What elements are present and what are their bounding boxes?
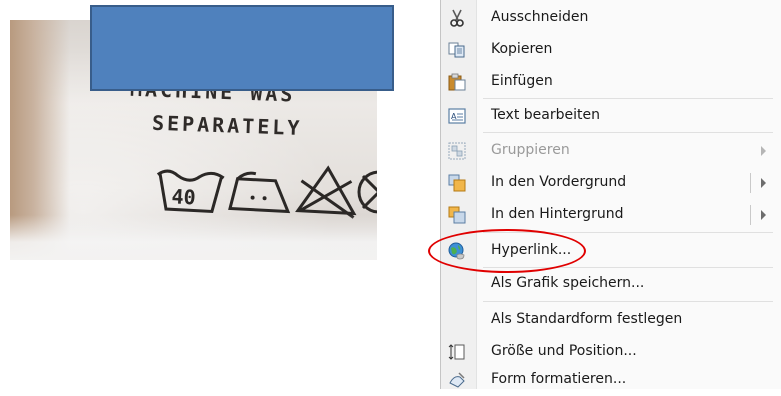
menu-item-label: Gruppieren [491,142,570,158]
submenu-arrow-icon[interactable] [761,210,766,220]
menu-separator [483,301,773,302]
format-shape-icon [449,372,465,388]
menu-item-label: Größe und Position... [491,343,637,359]
submenu-divider [750,205,751,225]
menu-item-paste[interactable]: Einfügen [441,66,781,98]
menu-separator [483,132,773,133]
menu-item-label: In den Vordergrund [491,174,627,190]
bring-to-front-icon [448,174,466,192]
menu-item-copy[interactable]: Kopieren [441,34,781,66]
menu-item-label: Einfügen [491,73,553,89]
menu-item-label: In den Hintergrund [491,206,624,222]
menu-item-bring-to-front[interactable]: In den Vordergrund [441,167,781,199]
size-position-icon [448,344,465,360]
no-bleach-icon [295,165,357,219]
menu-item-cut[interactable]: Ausschneiden [441,2,781,34]
wash-temperature: 40 [171,184,196,209]
copy-icon [448,42,465,58]
menu-item-label: Kopieren [491,41,553,57]
scissors-icon [450,9,464,27]
menu-separator [483,98,773,99]
blue-rectangle-shape[interactable] [90,5,394,91]
highlight-oval [428,229,586,273]
submenu-arrow-icon[interactable] [761,178,766,188]
menu-item-format-shape[interactable]: Form formatieren... [441,364,781,396]
menu-item-edit-text[interactable]: A Text bearbeiten [441,100,781,132]
wash-40-icon: 40 [156,169,225,213]
care-symbols: 40 [156,165,377,219]
iron-icon [228,171,291,214]
menu-item-set-default-shape[interactable]: Als Standardform festlegen [441,304,781,336]
fabric-bottom [10,215,377,260]
menu-item-save-as-picture[interactable]: Als Grafik speichern... [441,268,781,300]
paste-icon [448,73,466,91]
submenu-arrow-icon [761,146,766,156]
send-to-back-icon [448,206,466,224]
text-edit-icon: A [448,108,466,124]
menu-item-label: Ausschneiden [491,9,589,25]
context-menu: Ausschneiden Kopieren Einfügen A Text be… [440,0,781,389]
menu-item-send-to-back[interactable]: In den Hintergrund [441,199,781,231]
no-dry-clean-icon [357,170,377,214]
menu-item-group[interactable]: Gruppieren [441,135,781,167]
menu-item-label: Text bearbeiten [491,107,600,123]
label-text-line-2: SEPARATELY [151,110,303,141]
group-icon [448,142,466,160]
menu-item-label: Als Standardform festlegen [491,311,683,327]
menu-item-label: Als Grafik speichern... [491,275,645,291]
menu-item-label: Form formatieren... [491,371,627,387]
submenu-divider [750,173,751,193]
